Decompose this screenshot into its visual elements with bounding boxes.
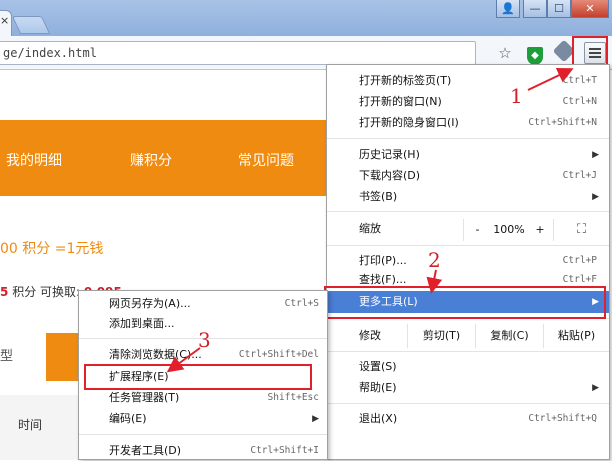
annotation-arrows xyxy=(166,67,574,373)
